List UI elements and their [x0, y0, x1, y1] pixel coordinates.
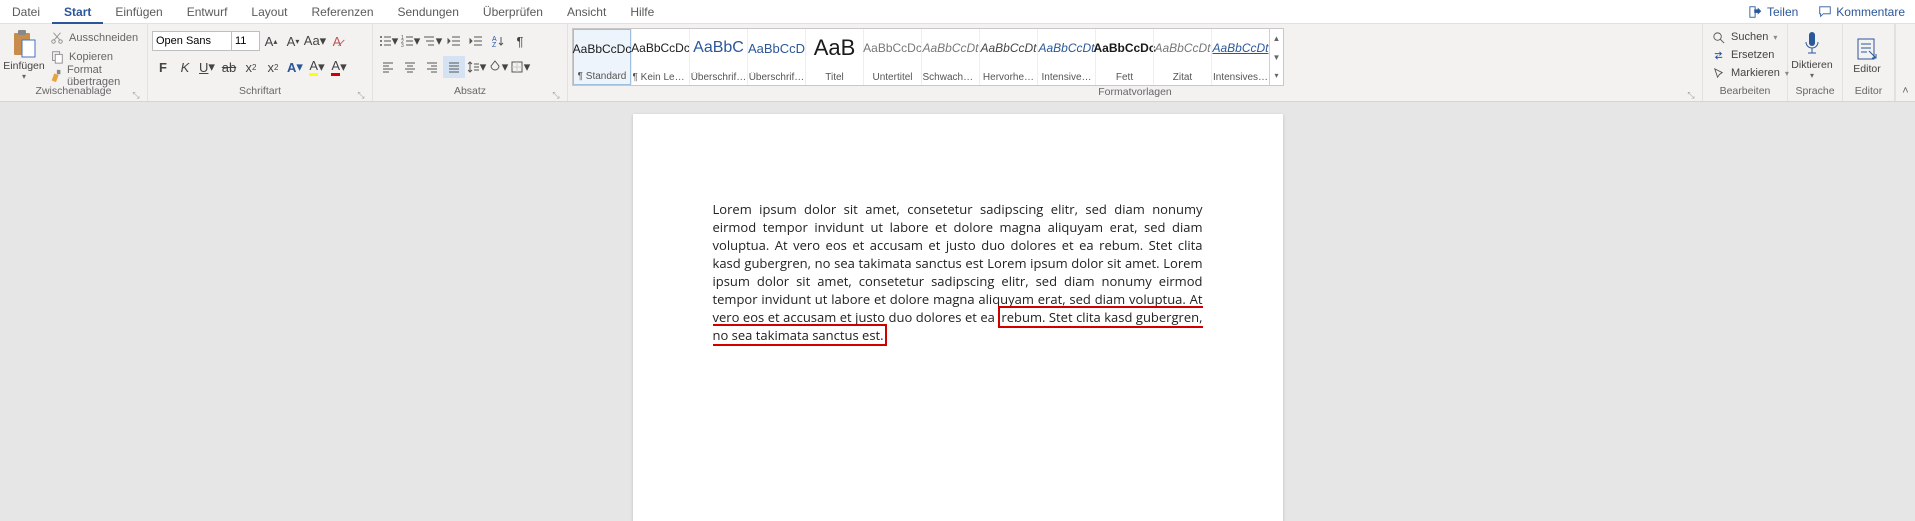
- justify-button[interactable]: [443, 56, 465, 78]
- align-center-button[interactable]: [399, 56, 421, 78]
- style-überschrift1[interactable]: AaBbCÜberschrif…: [689, 29, 747, 85]
- sort-button[interactable]: AZ: [487, 30, 509, 52]
- italic-button[interactable]: K: [174, 56, 196, 78]
- ribbon: Einfügen ▾ Ausschneiden Kopieren Format …: [0, 24, 1915, 102]
- paste-button[interactable]: Einfügen ▾: [4, 26, 44, 84]
- tab-entwurf[interactable]: Entwurf: [175, 0, 240, 24]
- highlight-color-button[interactable]: A▾: [306, 56, 328, 78]
- tab-referenzen[interactable]: Referenzen: [299, 0, 385, 24]
- search-icon: [1710, 29, 1726, 45]
- style-fett[interactable]: AaBbCcDcFett: [1095, 29, 1153, 85]
- replace-button[interactable]: Ersetzen: [1707, 46, 1777, 64]
- styles-gallery[interactable]: AaBbCcDc¶ StandardAaBbCcDc¶ Kein Lee…AaB…: [572, 28, 1284, 86]
- style-überschrift2[interactable]: AaBbCcDÜberschrif…: [747, 29, 805, 85]
- style-keinleerraum[interactable]: AaBbCcDc¶ Kein Lee…: [631, 29, 689, 85]
- tab-layout[interactable]: Layout: [239, 0, 299, 24]
- font-size-input[interactable]: [232, 31, 260, 51]
- cut-button[interactable]: Ausschneiden: [46, 28, 143, 47]
- font-launcher[interactable]: ⤡: [356, 90, 366, 100]
- styles-more[interactable]: ▾: [1270, 66, 1283, 85]
- font-group-label: Schriftart: [239, 85, 281, 97]
- align-right-button[interactable]: [421, 56, 443, 78]
- tab-start[interactable]: Start: [52, 0, 103, 24]
- bullets-button[interactable]: ▾: [377, 30, 399, 52]
- underline-button[interactable]: U▾: [196, 56, 218, 78]
- paragraph-launcher[interactable]: ⤡: [551, 90, 561, 100]
- subscript-button[interactable]: x2: [240, 56, 262, 78]
- shading-button[interactable]: ▾: [487, 56, 509, 78]
- style-hervorhebung[interactable]: AaBbCcDtHervorhe…: [979, 29, 1037, 85]
- tab-einfügen[interactable]: Einfügen: [103, 0, 174, 24]
- comments-button[interactable]: Kommentare: [1808, 0, 1915, 24]
- replace-icon: [1710, 47, 1726, 63]
- clear-format-button[interactable]: A̷: [326, 30, 348, 52]
- clipboard-launcher[interactable]: ⤡: [131, 90, 141, 100]
- tab-hilfe[interactable]: Hilfe: [618, 0, 666, 24]
- increase-indent-button[interactable]: [465, 30, 487, 52]
- style-intensivesz[interactable]: AaBbCcDtIntensives…: [1211, 29, 1269, 85]
- numbering-button[interactable]: 123▾: [399, 30, 421, 52]
- svg-text:Z: Z: [492, 42, 497, 48]
- tab-sendungen[interactable]: Sendungen: [386, 0, 471, 24]
- paragraph-text[interactable]: Lorem ipsum dolor sit amet, consetetur s…: [713, 200, 1203, 344]
- copy-icon: [49, 49, 65, 65]
- style-zitat[interactable]: AaBbCcDtZitat: [1153, 29, 1211, 85]
- styles-group-label: Formatvorlagen: [1098, 86, 1172, 98]
- borders-button[interactable]: ▾: [509, 56, 531, 78]
- tab-überprüfen[interactable]: Überprüfen: [471, 0, 555, 24]
- font-name-input[interactable]: [152, 31, 232, 51]
- editor-group-label: Editor: [1855, 85, 1882, 97]
- scissors-icon: [49, 30, 65, 46]
- style-schwacheherv[interactable]: AaBbCcDtSchwache…: [921, 29, 979, 85]
- style-intensive[interactable]: AaBbCcDtIntensive…: [1037, 29, 1095, 85]
- style-untertitel[interactable]: AaBbCcDcUntertitel: [863, 29, 921, 85]
- menu-tabs: DateiStartEinfügenEntwurfLayoutReferenze…: [0, 0, 1915, 24]
- select-button[interactable]: Markieren▾: [1707, 64, 1792, 82]
- line-spacing-button[interactable]: ▾: [465, 56, 487, 78]
- font-color-button[interactable]: A▾: [328, 56, 350, 78]
- editing-group-label: Bearbeiten: [1720, 85, 1771, 97]
- text-effects-button[interactable]: A▾: [284, 56, 306, 78]
- collapse-ribbon-button[interactable]: ˄: [1902, 85, 1908, 101]
- shrink-font-button[interactable]: A▾: [282, 30, 304, 52]
- styles-launcher[interactable]: ⤡: [1686, 90, 1696, 100]
- editor-button[interactable]: Editor: [1847, 26, 1887, 84]
- align-left-button[interactable]: [377, 56, 399, 78]
- tab-ansicht[interactable]: Ansicht: [555, 0, 618, 24]
- document-area[interactable]: Lorem ipsum dolor sit amet, consetetur s…: [0, 102, 1915, 521]
- page[interactable]: Lorem ipsum dolor sit amet, consetetur s…: [633, 114, 1283, 521]
- multilevel-list-button[interactable]: ▾: [421, 30, 443, 52]
- show-marks-button[interactable]: ¶: [509, 30, 531, 52]
- strikethrough-button[interactable]: ab: [218, 56, 240, 78]
- paragraph-group-label: Absatz: [454, 85, 486, 97]
- style-titel[interactable]: AaBTitel: [805, 29, 863, 85]
- clipboard-group-label: Zwischenablage: [36, 85, 112, 97]
- superscript-button[interactable]: x2: [262, 56, 284, 78]
- share-button[interactable]: Teilen: [1739, 0, 1808, 24]
- bold-button[interactable]: F: [152, 56, 174, 78]
- decrease-indent-button[interactable]: [443, 30, 465, 52]
- styles-down[interactable]: ▼: [1270, 48, 1283, 67]
- brush-icon: [49, 68, 63, 84]
- grow-font-button[interactable]: A▴: [260, 30, 282, 52]
- tab-datei[interactable]: Datei: [0, 0, 52, 24]
- voice-group-label: Sprache: [1795, 85, 1834, 97]
- cursor-icon: [1710, 65, 1726, 81]
- change-case-button[interactable]: Aa▾: [304, 30, 326, 52]
- format-painter-button[interactable]: Format übertragen: [46, 66, 143, 85]
- find-button[interactable]: Suchen▾: [1707, 28, 1780, 46]
- style-standard[interactable]: AaBbCcDc¶ Standard: [573, 29, 631, 85]
- styles-up[interactable]: ▲: [1270, 29, 1283, 48]
- dictate-button[interactable]: Diktieren ▾: [1792, 26, 1832, 84]
- svg-text:3: 3: [401, 43, 404, 48]
